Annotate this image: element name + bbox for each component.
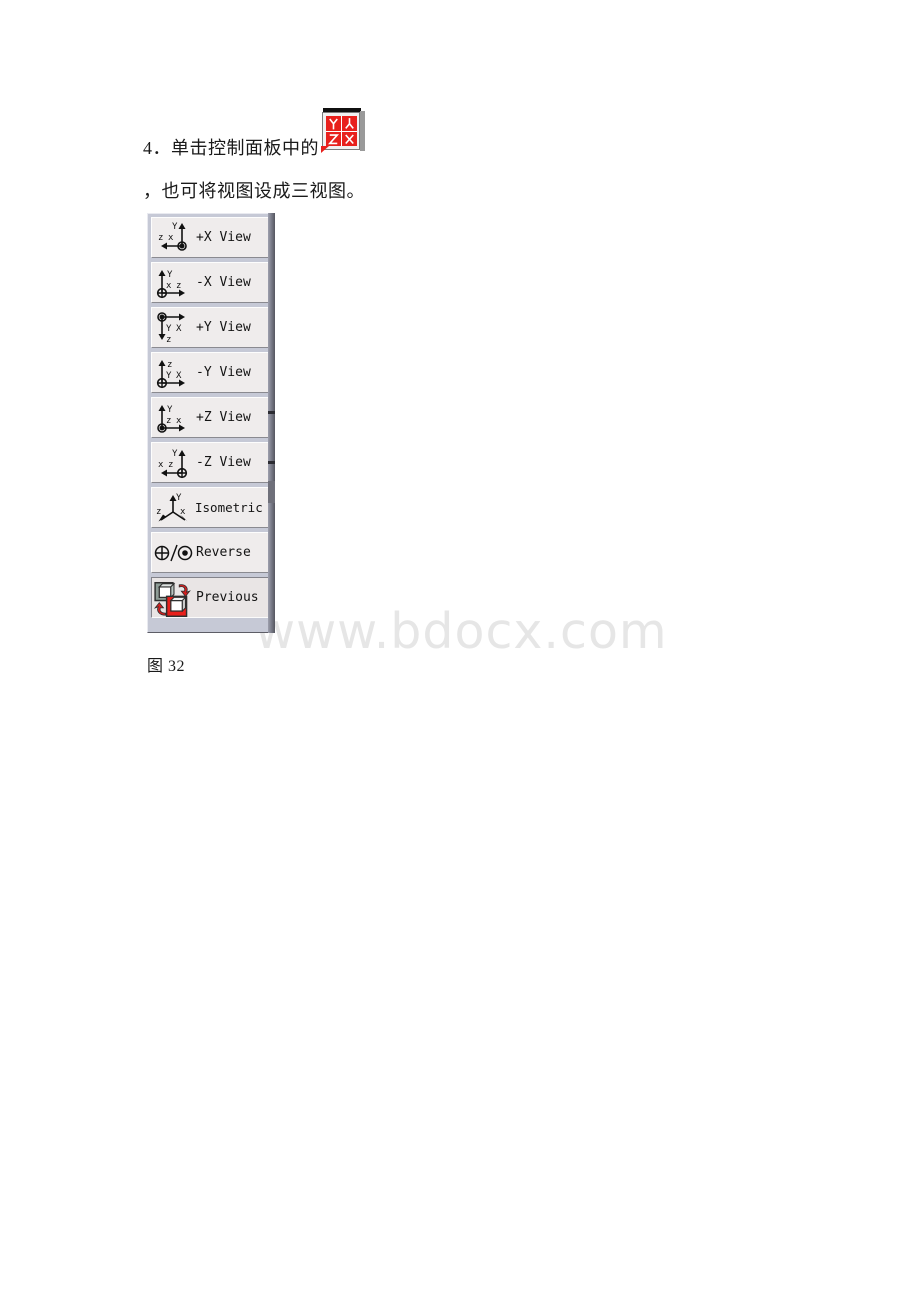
view-button-label: -Y View [196,365,251,380]
figure-caption: 图 32 [147,658,186,675]
svg-text:Y: Y [167,405,173,415]
svg-text:z: z [168,460,173,470]
panel-scroll-edge[interactable] [268,213,275,633]
svg-text:x: x [180,507,186,517]
instruction-line-1: 4．单击控制面板中的 [143,138,319,158]
axis-plus-z-icon: Y z x [152,398,195,437]
reverse-symbol-icon [152,533,195,572]
svg-text:x: x [168,233,174,243]
view-button-label: Isometric [195,500,263,515]
icon-cell-y [326,116,341,131]
icon-cell-perp [342,116,357,131]
axis-minus-y-icon: z Y X [152,353,195,392]
view-button-isometric[interactable]: Y z x Isometric [151,487,270,528]
svg-text:x: x [166,281,172,291]
axis-plus-x-icon: Y z x [152,218,195,257]
view-button-minus-z[interactable]: Y x z -Z View [151,442,270,483]
svg-text:Y: Y [172,449,178,459]
site-watermark: www.bdocx.com [255,603,668,660]
svg-text:z: z [166,335,171,345]
view-button-plus-z[interactable]: Y z x +Z View [151,397,270,438]
svg-text:z: z [158,233,163,243]
view-orientation-panel: Y z x +X View Y x z -X View Y X z +Y Vie… [147,213,274,633]
svg-text:z: z [176,281,181,291]
svg-text:z: z [156,507,161,517]
edge-nick-2 [268,461,275,464]
axis-minus-x-icon: Y x z [152,263,195,302]
svg-text:Y: Y [166,371,172,381]
svg-text:z: z [166,416,171,426]
view-button-previous[interactable]: Previous [151,577,270,618]
view-button-minus-y[interactable]: z Y X -Y View [151,352,270,393]
icon-right-bevel [360,111,365,151]
view-button-reverse[interactable]: Reverse [151,532,270,573]
view-button-minus-x[interactable]: Y x z -X View [151,262,270,303]
icon-cell-z [326,131,341,146]
svg-text:Y: Y [167,270,173,280]
svg-text:X: X [176,324,182,334]
view-button-plus-y[interactable]: Y X z +Y View [151,307,270,348]
svg-text:x: x [158,460,164,470]
axis-minus-z-icon: Y x z [152,443,195,482]
view-button-label: +X View [196,230,251,245]
view-button-label: -X View [196,275,251,290]
previous-view-icon [153,580,196,619]
view-button-label: +Z View [196,410,251,425]
instruction-line-2: ，也可将视图设成三视图。 [143,181,365,201]
icon-cell-x [342,131,357,146]
svg-text:Y: Y [166,324,172,334]
svg-text:Y: Y [172,222,178,232]
icon-axis-grid [326,116,357,146]
svg-text:X: X [176,371,182,381]
axis-plus-y-icon: Y X z [152,308,195,347]
three-view-control-icon[interactable] [319,108,365,154]
svg-text:x: x [176,416,182,426]
edge-thumb[interactable] [268,481,275,503]
svg-text:Y: Y [176,493,182,503]
view-button-label: Reverse [196,545,251,560]
view-button-label: Previous [196,590,259,605]
svg-text:z: z [167,360,172,370]
view-button-label: +Y View [196,320,251,335]
view-button-plus-x[interactable]: Y z x +X View [151,217,270,258]
view-button-label: -Z View [196,455,251,470]
axis-isometric-icon: Y z x [152,488,195,527]
edge-nick-1 [268,411,275,414]
